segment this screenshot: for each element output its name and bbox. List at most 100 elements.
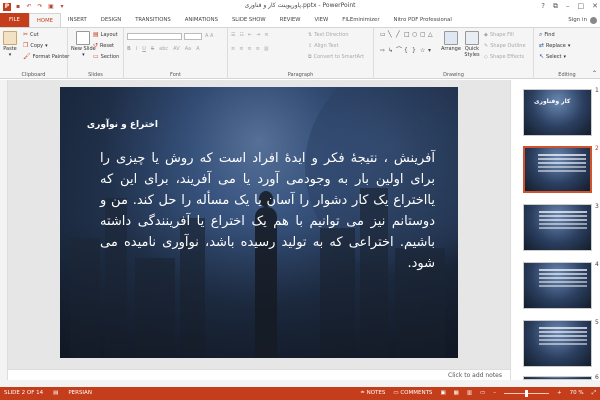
convert-smartart-button[interactable]: ⧉ Convert to SmartArt [308,54,364,60]
shape-star-icon[interactable]: ☆ [420,47,427,62]
font-name-box[interactable] [127,33,182,40]
slide-title[interactable]: اختراع و نوآوری [87,120,158,130]
comments-button[interactable]: ▭ COMMENTS [393,387,432,400]
fit-slide-icon[interactable]: ⤢ [592,387,596,400]
grow-shrink-font-icon[interactable]: A A [205,33,213,39]
arrange-button[interactable]: Arrange [441,31,461,52]
shape-effects-button[interactable]: ◇ Shape Effects [484,54,524,60]
shape-outline-button[interactable]: ✎ Shape Outline [484,43,526,49]
slideshow-view-icon[interactable]: ▭ [480,387,485,400]
slide-thumbnail-3[interactable] [523,204,592,251]
shape-line2-icon[interactable]: ╱ [396,31,403,46]
copy-button[interactable]: ❐ Copy ▾ [23,43,48,50]
zoom-level[interactable]: 70 % [570,387,584,400]
tab-review[interactable]: REVIEW [273,13,308,27]
tab-home[interactable]: HOME [28,13,61,27]
layout-button[interactable]: ▤ Layout [93,32,118,39]
sign-in-label[interactable]: Sign in [568,13,587,27]
zoom-slider-thumb[interactable] [525,390,528,397]
reading-view-icon[interactable]: ▥ [467,387,472,400]
language-indicator[interactable]: PERSIAN [68,387,92,400]
tab-slide-show[interactable]: SLIDE SHOW [225,13,273,27]
select-button[interactable]: ↖ Select ▾ [539,54,566,61]
zoom-slider[interactable] [504,390,549,397]
italic-icon[interactable]: I [136,46,137,52]
shadow-icon[interactable]: abc [159,46,168,52]
shape-fill-button[interactable]: ◆ Shape Fill [484,32,514,38]
tab-design[interactable]: DESIGN [94,13,128,27]
shape-brace-icon[interactable]: { [404,47,411,62]
shape-line-icon[interactable]: ╲ [388,31,395,46]
bullets-icon[interactable]: ☰ [231,32,235,38]
underline-icon[interactable]: U [142,46,146,52]
shape-rounded-icon[interactable]: ▢ [420,31,427,46]
quick-styles-button[interactable]: Quick Styles [462,31,482,58]
tab-insert[interactable]: INSERT [61,13,94,27]
normal-view-icon[interactable]: ▣ [440,387,445,400]
shape-triangle-icon[interactable]: △ [428,31,435,46]
shape-oval-icon[interactable]: ○ [412,31,419,46]
slide-sorter-icon[interactable]: ▦ [454,387,459,400]
cut-button[interactable]: ✂ Cut [23,32,39,39]
list-buttons[interactable]: ☰ ☷ ⇤ ⇥ ≡ [231,32,269,38]
new-slide-button[interactable]: New Slide ▾ [71,31,96,58]
slide-thumbnail-4[interactable] [523,262,592,309]
tab-file[interactable]: FILE [0,13,29,27]
text-direction-button[interactable]: ⇅ Text Direction [308,32,349,38]
justify-icon[interactable]: ≡ [256,46,260,52]
tab-animations[interactable]: ANIMATIONS [178,13,225,27]
shape-textbox-icon[interactable]: ▭ [380,31,387,46]
strikethrough-icon[interactable]: S [151,46,154,52]
paste-button[interactable]: Paste ▾ [3,31,17,58]
help-button[interactable]: ? [541,0,545,13]
reset-button[interactable]: ↺ Reset [93,43,114,50]
font-format-buttons[interactable]: B I U Sabc AV Aa A [127,46,200,52]
current-slide[interactable]: اختراع و نوآوری آفرینش ، نتیجهٔ فکر و ای… [60,87,458,358]
notes-button[interactable]: ≐ NOTES [360,387,385,400]
tab-nitro-pdf[interactable]: Nitro PDF Professional [387,13,459,27]
shape-bent-icon[interactable]: ↳ [388,47,395,62]
slide-thumbnail-2[interactable] [523,146,592,193]
zoom-in-button[interactable]: + [557,387,562,400]
increase-indent-icon[interactable]: ⇥ [256,32,260,38]
font-size-box[interactable] [184,33,202,40]
replace-button[interactable]: ⇄ Replace ▾ [539,43,570,50]
tab-fileminimizer[interactable]: FILEminimizer [335,13,386,27]
shapes-gallery[interactable]: ▭ ╲ ╱ □ ○ ▢ △ ⇨ ↳ ⌒{} ☆ ▾ [380,31,438,61]
minimize-button[interactable]: – [566,0,570,13]
numbering-icon[interactable]: ☷ [239,32,243,38]
shape-rect-icon[interactable]: □ [404,31,411,46]
tab-view[interactable]: VIEW [308,13,336,27]
shape-more-icon[interactable]: ▾ [428,47,435,62]
shape-curve-icon[interactable]: ⌒ [396,47,403,62]
zoom-out-button[interactable]: – [493,387,496,400]
align-left-icon[interactable]: ≡ [231,46,235,52]
tab-transitions[interactable]: TRANSITIONS [128,13,178,27]
ribbon-display-icon[interactable]: ⧉ [553,0,558,13]
line-spacing-icon[interactable]: ≡ [264,32,268,38]
restore-button[interactable]: □ [578,0,585,13]
align-right-icon[interactable]: ≡ [247,46,251,52]
close-button[interactable]: ✕ [592,0,598,13]
format-painter-button[interactable]: 🖌 Format Painter [23,54,69,61]
align-buttons[interactable]: ≡ ≡ ≡ ≡ ▥ [231,46,269,52]
shape-arrow-icon[interactable]: ⇨ [380,47,387,62]
section-button[interactable]: ▭ Section [93,54,119,61]
font-color-icon[interactable]: A [196,46,199,52]
left-collapsed-pane[interactable] [0,80,8,380]
slide-thumbnail-5[interactable] [523,320,592,367]
collapse-ribbon-icon[interactable]: ⌃ [592,70,597,77]
slide-body-text[interactable]: آفرینش ، نتیجهٔ فکر و ایدهٔ افراد است که… [100,148,435,274]
find-button[interactable]: ⌕ Find [539,32,555,39]
char-spacing-icon[interactable]: AV [173,46,180,52]
change-case-icon[interactable]: Aa [185,46,191,52]
sign-in[interactable]: Sign in [568,13,597,27]
bold-icon[interactable]: B [127,46,131,52]
align-text-button[interactable]: ⇳ Align Text [308,43,338,49]
spellcheck-icon[interactable]: ▤ [53,387,58,400]
notes-placeholder[interactable]: Click to add notes [448,372,502,379]
columns-icon[interactable]: ▥ [264,46,269,52]
decrease-indent-icon[interactable]: ⇤ [248,32,252,38]
align-center-icon[interactable]: ≡ [239,46,243,52]
shape-brace2-icon[interactable]: } [412,47,419,62]
